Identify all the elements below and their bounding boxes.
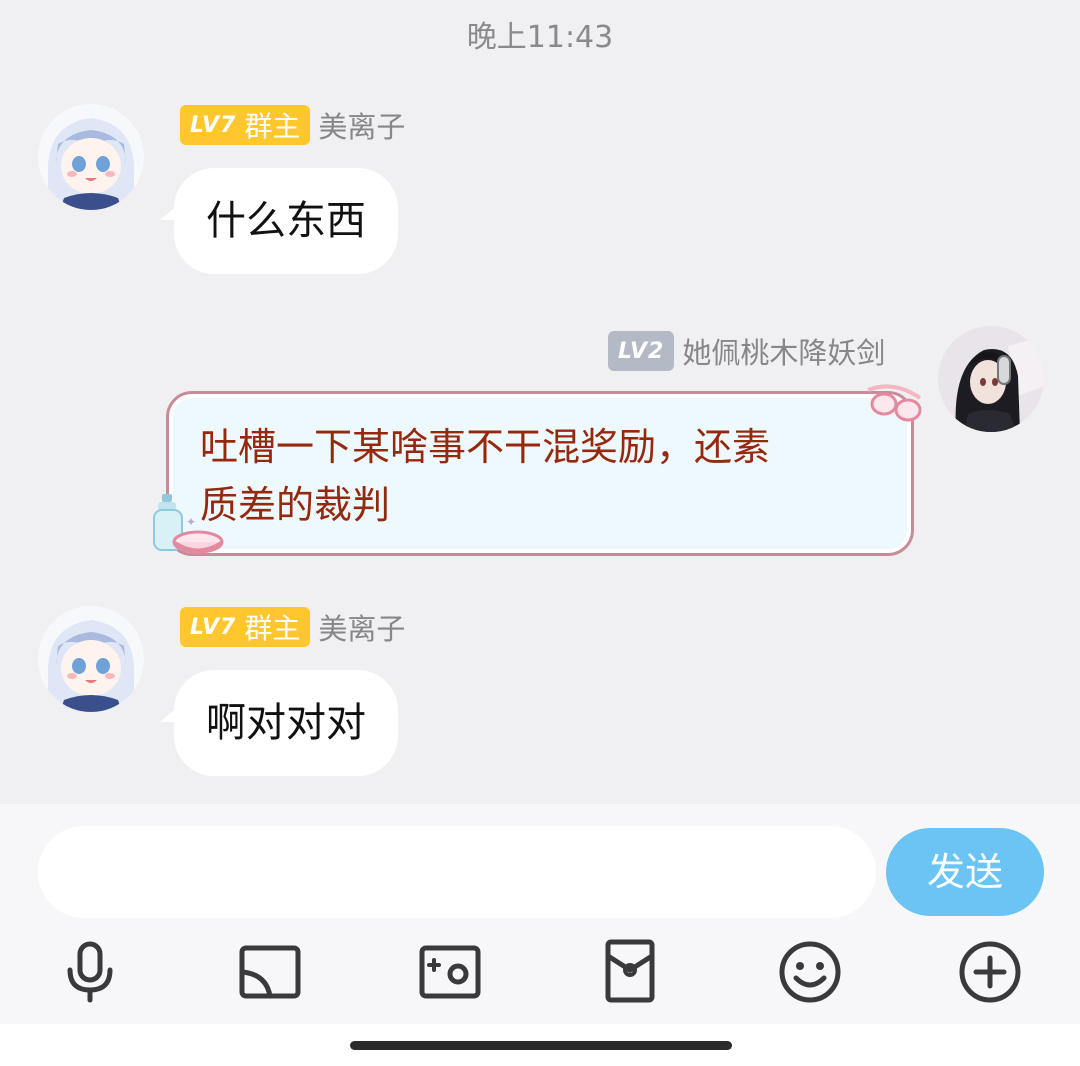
send-button[interactable]: 发送 [886,828,1044,916]
photo-icon[interactable] [416,938,484,1006]
emoji-icon[interactable] [776,938,844,1006]
level-label: LV7 [190,112,237,138]
message-bubble[interactable]: 什么东西 [174,168,398,274]
level-badge: LV7 群主 [180,105,311,145]
level-badge: LV2 [608,331,675,371]
level-label: LV7 [190,614,237,640]
sender-name: 美离子 [318,110,406,144]
role-label: 群主 [244,612,301,645]
message-input[interactable] [38,826,876,918]
red-packet-icon[interactable] [596,938,664,1006]
sender-name: 美离子 [318,612,406,646]
avatar[interactable] [38,104,144,210]
home-indicator[interactable] [350,1041,732,1050]
sender-name: 她佩桃木降妖剑 [682,336,886,370]
sender-row: LV7 群主 美离子 [180,104,405,146]
svg-text:✦: ✦ [186,515,196,529]
screen-cast-icon[interactable] [236,938,304,1006]
message-text: 吐槽一下某啥事不干混奖励，还素 质差的裁判 [200,418,890,534]
avatar[interactable] [938,326,1044,432]
plus-icon[interactable] [956,938,1024,1006]
sender-row: LV7 群主 美离子 [180,606,405,648]
role-label: 群主 [244,110,301,143]
message-bubble[interactable]: 啊对对对 [174,670,398,776]
mic-icon[interactable] [56,938,124,1006]
message-line: 质差的裁判 [200,483,391,527]
message-line: 吐槽一下某啥事不干混奖励，还素 [200,425,771,469]
level-label: LV2 [618,338,665,364]
level-badge: LV7 群主 [180,607,311,647]
avatar[interactable] [38,606,144,712]
sender-row: LV2 她佩桃木降妖剑 [608,330,885,372]
timestamp: 晚上11:43 [466,20,614,55]
